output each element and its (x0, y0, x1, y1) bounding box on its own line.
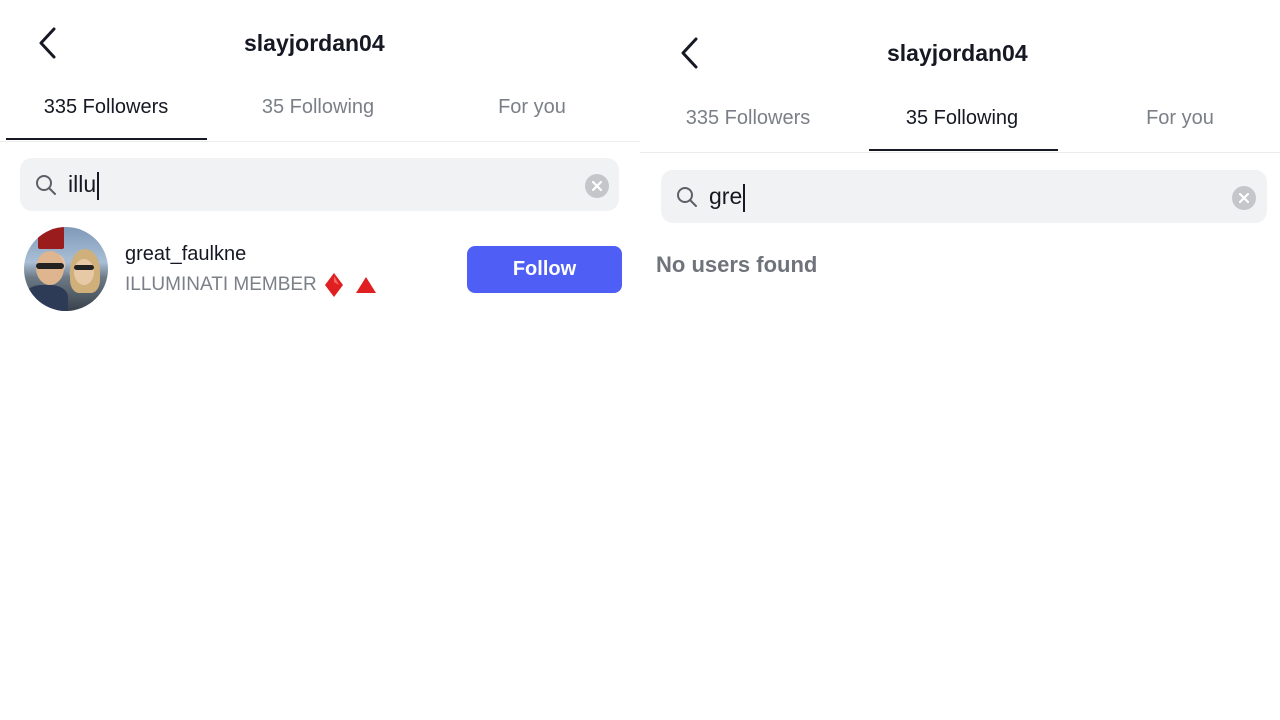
tab-following[interactable]: 35 Following (218, 96, 418, 119)
tab-followers[interactable]: 335 Followers (648, 107, 848, 130)
search-input[interactable]: gre (709, 183, 746, 212)
text-caret (97, 171, 100, 200)
chevron-left-icon (39, 27, 56, 59)
search-bar[interactable]: gre (661, 170, 1267, 223)
list-item[interactable]: great_faulkne ILLUMINATI MEMBER Follow (20, 227, 625, 313)
clear-search-button[interactable] (585, 174, 609, 198)
tab-followers[interactable]: 335 Followers (6, 96, 206, 119)
active-tab-indicator (869, 149, 1058, 151)
tab-for-you[interactable]: For you (1080, 107, 1280, 130)
avatar[interactable] (24, 227, 108, 311)
clear-icon (591, 180, 603, 192)
user-bio: ILLUMINATI MEMBER (125, 272, 377, 298)
search-input[interactable]: illu (68, 171, 100, 200)
username[interactable]: great_faulkne (125, 243, 246, 266)
page-title: slayjordan04 (244, 30, 385, 56)
red-diamond-icon (325, 273, 344, 297)
search-icon (36, 175, 56, 195)
bio-text: ILLUMINATI MEMBER (125, 274, 317, 296)
search-query-text: illu (68, 171, 97, 197)
chevron-left-icon (681, 37, 698, 69)
red-triangle-icon (356, 277, 377, 293)
search-icon (677, 187, 697, 207)
back-button[interactable] (678, 36, 702, 70)
active-tab-indicator (6, 138, 207, 140)
tab-following[interactable]: 35 Following (862, 107, 1062, 130)
search-query-text: gre (709, 183, 743, 209)
text-caret (743, 183, 746, 212)
empty-state-message: No users found (656, 252, 818, 277)
search-bar[interactable]: illu (20, 158, 619, 211)
tab-bar: 335 Followers 35 Following For you (640, 107, 1280, 153)
following-screen: slayjordan04 335 Followers 35 Following … (640, 0, 1280, 720)
tab-bar: 335 Followers 35 Following For you (0, 96, 640, 142)
back-button[interactable] (36, 26, 60, 60)
clear-search-button[interactable] (1232, 186, 1256, 210)
followers-screen: slayjordan04 335 Followers 35 Following … (0, 0, 640, 720)
follow-button[interactable]: Follow (467, 246, 622, 293)
page-title: slayjordan04 (887, 40, 1028, 66)
tab-for-you[interactable]: For you (432, 96, 632, 119)
clear-icon (1238, 192, 1250, 204)
